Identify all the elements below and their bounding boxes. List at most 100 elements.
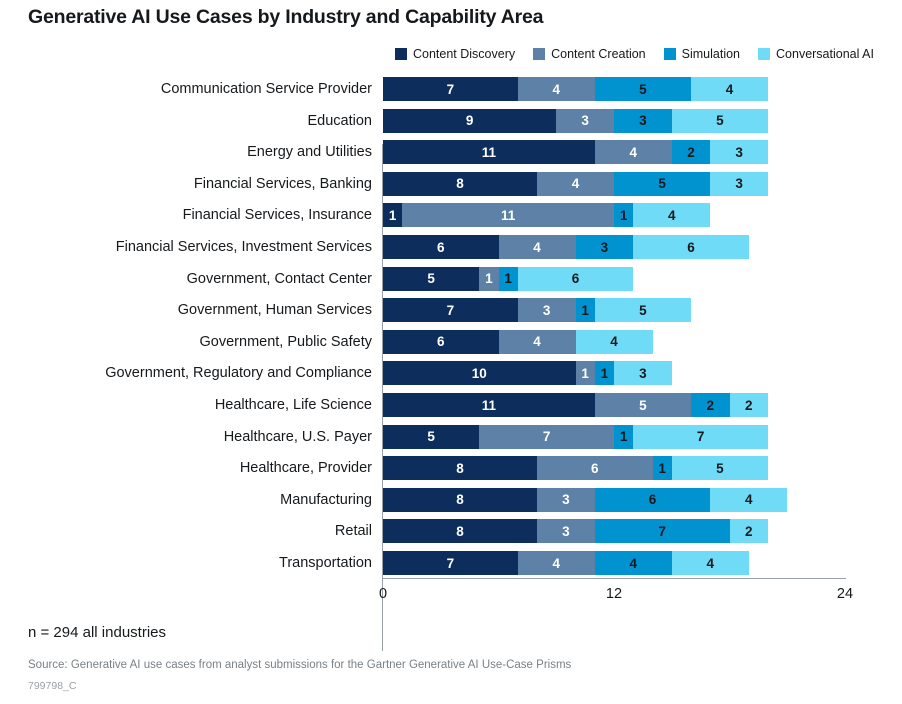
stacked-bar: 11 5 2 2 — [383, 393, 768, 417]
bar-segment-content-creation: 4 — [498, 235, 576, 259]
bar-segment-conversational-ai: 4 — [633, 203, 711, 228]
bar-segment-conversational-ai: 4 — [691, 77, 768, 101]
category-label: Energy and Utilities — [247, 144, 372, 161]
legend-label: Content Discovery — [413, 46, 516, 61]
chart-row: Financial Services, Banking 8 4 5 3 — [0, 171, 902, 196]
legend-item-content-creation[interactable]: Content Creation — [533, 48, 646, 61]
category-label: Transportation — [279, 555, 372, 571]
bar-segment-content-discovery: 11 — [383, 140, 595, 165]
stacked-bar: 11 4 2 3 — [383, 140, 768, 165]
bar-segment-conversational-ai: 2 — [729, 393, 768, 417]
bar-segment-content-creation: 4 — [594, 140, 672, 165]
bar-segment-content-creation: 4 — [517, 551, 595, 575]
chart-row: Healthcare, Life Science 11 5 2 2 — [0, 393, 902, 417]
bar-segment-content-discovery: 6 — [383, 235, 499, 259]
category-label: Financial Services, Investment Services — [115, 239, 372, 255]
bar-segment-content-creation: 4 — [517, 77, 595, 101]
stacked-bar: 10 1 1 3 — [383, 361, 672, 386]
bar-segment-simulation: 1 — [498, 266, 518, 291]
bar-segment-content-creation: 6 — [537, 456, 653, 481]
chart-row: Government, Contact Center 5 1 1 6 — [0, 266, 902, 291]
stacked-bar: 5717 — [383, 424, 768, 449]
x-tick-label: 24 — [836, 586, 854, 602]
bar-segment-content-creation: 4 — [537, 171, 614, 196]
category-label: Manufacturing — [280, 491, 372, 508]
category-label: Retail — [334, 523, 372, 540]
chart-legend: Content Discovery Content Creation Simulat… — [378, 44, 874, 64]
legend-item-conversational-ai[interactable]: Conversational AI — [758, 48, 874, 61]
bar-segment-conversational-ai: 7 — [633, 424, 768, 449]
bar-segment-simulation: 6 — [594, 487, 711, 512]
chart-row: Healthcare, U.S. Payer 5 7 1 7 — [0, 424, 902, 449]
bar-segment-content-creation: 1 — [479, 266, 499, 291]
chart-title: Generative AI Use Cases by Industry and … — [28, 6, 544, 28]
legend-swatch-icon — [758, 48, 771, 60]
bar-segment-simulation: 3 — [614, 108, 672, 133]
bar-segment-content-discovery: 7 — [383, 551, 518, 575]
bar-segment-conversational-ai: 4 — [710, 487, 788, 512]
stacked-bar: 8372 — [383, 519, 768, 544]
bar-segment-simulation: 5 — [594, 77, 691, 101]
bar-segment-content-discovery: 6 — [383, 329, 499, 354]
category-label: Communication Service Provider — [160, 81, 372, 97]
category-label: Government, Regulatory and Compliance — [105, 365, 372, 382]
bar-segment-content-discovery: 8 — [383, 487, 537, 512]
stacked-bar: 5116 — [383, 266, 634, 291]
stacked-bar: 7315 — [383, 298, 691, 323]
bar-segment-conversational-ai: 4 — [671, 551, 749, 575]
bar-segment-content-discovery: 8 — [383, 171, 537, 196]
bar-segment-content-creation: 5 — [594, 393, 691, 417]
bar-segment-simulation: 7 — [594, 519, 730, 544]
bar-segment-content-discovery: 5 — [383, 424, 480, 449]
legend-label: Simulation — [681, 46, 741, 61]
bar-segment-simulation: 4 — [594, 551, 672, 575]
legend-swatch-icon — [533, 48, 546, 60]
chart-row: Government, Regulatory and Compliance 10 1… — [0, 361, 902, 386]
bar-segment-conversational-ai: 3 — [614, 361, 672, 386]
stacked-bar: 6436 — [383, 235, 749, 259]
chart-row: Government, Public Safety 6 4 4 — [0, 329, 902, 354]
legend-item-content-discovery[interactable]: Content Discovery — [395, 48, 515, 61]
bar-segment-simulation: 2 — [671, 140, 711, 165]
stacked-bar: 644 — [383, 329, 653, 354]
chart-row: Transportation 7 4 4 4 — [0, 551, 902, 575]
chart-row: Education 9 3 3 5 — [0, 108, 902, 133]
bar-segment-simulation: 1 — [575, 298, 595, 323]
stacked-bar: 9335 — [383, 108, 768, 133]
source-note: Source: Generative AI use cases from ana… — [28, 659, 572, 671]
plot-area: Communication Service Provider 7 4 5 4 Educat… — [0, 72, 902, 651]
bar-segment-conversational-ai: 6 — [517, 266, 634, 291]
stacked-bar: 7444 — [383, 551, 749, 575]
bar-segment-content-creation: 11 — [402, 203, 614, 228]
bar-segment-content-discovery: 9 — [383, 108, 557, 133]
bar-segment-content-discovery: 5 — [383, 266, 480, 291]
bar-segment-simulation: 1 — [594, 361, 614, 386]
stacked-bar: 8364 — [383, 487, 788, 512]
stacked-bar: 8453 — [383, 171, 768, 196]
bar-segment-simulation: 5 — [614, 171, 711, 196]
stacked-bar: 8615 — [383, 456, 768, 481]
legend-label: Conversational AI — [776, 46, 874, 61]
category-label: Healthcare, Provider — [239, 460, 372, 477]
bar-segment-content-creation: 7 — [479, 424, 614, 449]
legend-item-simulation[interactable]: Simulation — [663, 46, 741, 61]
bar-segment-conversational-ai: 5 — [671, 108, 768, 133]
chart-row: Financial Services, Investment Services 6… — [0, 235, 902, 259]
sample-size-note: n = 294 all industries — [28, 624, 167, 641]
bar-segment-simulation: 1 — [614, 203, 634, 228]
bar-segment-conversational-ai: 5 — [671, 456, 768, 481]
category-label: Government, Public Safety — [199, 333, 372, 350]
bar-segment-content-creation: 3 — [517, 298, 576, 323]
bar-segment-content-creation: 1 — [575, 361, 595, 386]
bar-segment-content-creation: 3 — [537, 487, 595, 512]
chart-row: Government, Human Services 7 3 1 5 — [0, 298, 902, 323]
bar-segment-conversational-ai: 4 — [575, 329, 653, 354]
chart-row: Financial Services, Insurance 1 11 1 4 — [0, 203, 902, 228]
category-label: Government, Contact Center — [186, 270, 372, 287]
x-axis-line — [382, 578, 846, 579]
bar-segment-content-discovery: 10 — [383, 361, 576, 386]
chart-id-note: 799798_C — [28, 680, 77, 692]
bar-segment-content-discovery: 8 — [383, 456, 537, 481]
bar-segment-conversational-ai: 2 — [729, 519, 768, 544]
bar-segment-simulation: 3 — [575, 235, 634, 259]
